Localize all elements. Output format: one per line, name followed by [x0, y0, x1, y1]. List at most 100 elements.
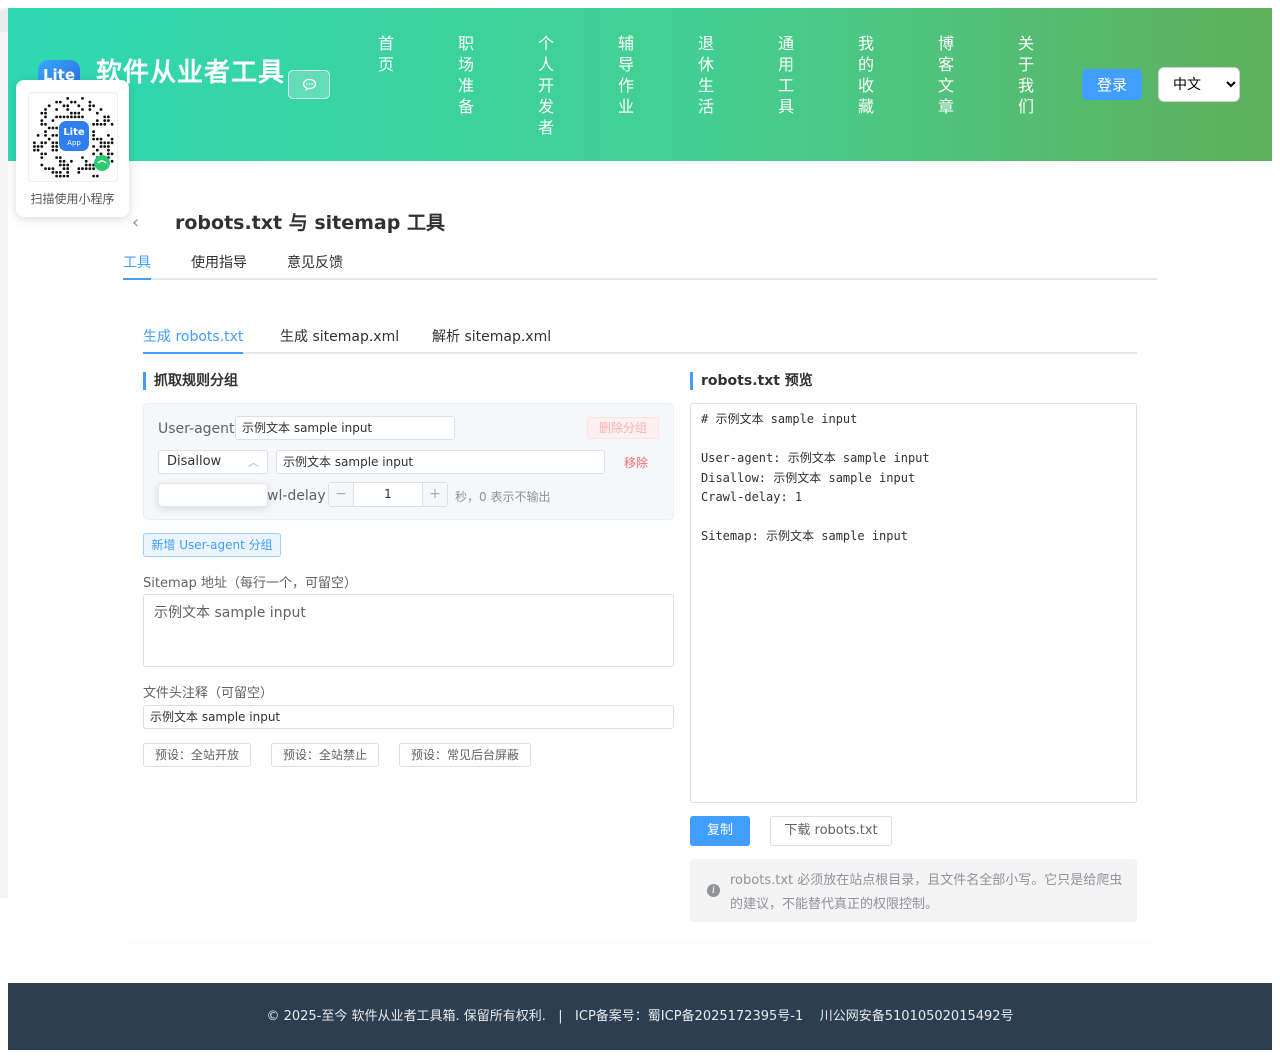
language-select[interactable]: 中文: [1158, 67, 1240, 102]
nav-favorites[interactable]: 我的收藏: [856, 33, 876, 117]
nav-about[interactable]: 关于我们: [1016, 33, 1036, 117]
nav-home[interactable]: 首页: [376, 33, 396, 75]
qr-dot: [88, 167, 92, 171]
preview-line: # 示例文本 sample input: [701, 412, 858, 426]
qr-dot: [77, 111, 81, 115]
qr-dot: [36, 134, 40, 137]
qr-dot: [58, 163, 62, 167]
qr-dot: [84, 159, 88, 163]
qr-dot: [107, 145, 110, 148]
qr-dot: [55, 145, 58, 148]
qr-dot: [103, 122, 107, 126]
site-footer: © 2025-至今 软件从业者工具箱. 保留所有权利. | ICP备案号：蜀IC…: [8, 983, 1272, 1050]
qr-dot: [55, 174, 58, 178]
qr-dot: [107, 134, 110, 137]
tab-tool[interactable]: 工具: [123, 252, 151, 280]
add-user-agent-group-button[interactable]: 新增 User-agent 分组: [143, 533, 281, 557]
preset-block-admin-button[interactable]: 预设：常见后台屏蔽: [399, 743, 531, 767]
crawl-delay-value[interactable]: 1: [354, 483, 422, 506]
qr-dot: [47, 137, 51, 141]
crawl-delay-hint: 秒，0 表示不输出: [455, 490, 551, 504]
qr-dot: [95, 111, 99, 115]
sitemap-label: Sitemap 地址（每行一个，可留空）: [143, 576, 357, 591]
tab-feedback[interactable]: 意见反馈: [287, 252, 343, 280]
qr-dot: [66, 115, 70, 119]
qr-dot: [55, 126, 58, 130]
qr-dot: [103, 115, 107, 119]
qr-dot: [99, 145, 103, 148]
qr-dot: [51, 119, 55, 122]
qr-dot: [88, 100, 92, 104]
qr-dot: [44, 122, 47, 126]
qr-dot: [70, 111, 73, 115]
subtab-robots[interactable]: 生成 robots.txt: [143, 326, 244, 354]
qr-dot: [95, 119, 99, 122]
qr-dot: [51, 145, 55, 148]
subtab-parse-sitemap[interactable]: 解析 sitemap.xml: [432, 326, 551, 354]
preview-line: Disallow: 示例文本 sample input: [701, 470, 916, 485]
qr-dot: [95, 137, 99, 141]
nav-homework[interactable]: 辅导作业: [616, 33, 636, 117]
qr-dot: [40, 156, 44, 159]
qr-dot: [40, 152, 44, 156]
qr-dot: [55, 134, 58, 137]
qr-dot: [40, 145, 44, 148]
rule-type-dropdown[interactable]: [158, 483, 268, 507]
rule-type-select[interactable]: Disallow ︿: [158, 450, 268, 474]
tab-guide[interactable]: 使用指导: [191, 252, 247, 280]
preview-line: [701, 430, 1126, 450]
qr-dot: [51, 134, 55, 137]
rule-type-value: Disallow: [167, 454, 222, 469]
qr-dot: [99, 108, 103, 111]
qr-dot: [95, 122, 99, 126]
download-robots-button[interactable]: 下载 robots.txt: [770, 816, 892, 846]
chat-button[interactable]: [288, 70, 330, 99]
sitemap-textarea[interactable]: 示例文本 sample input: [143, 594, 674, 667]
qr-dot: [77, 115, 81, 119]
back-arrow-icon[interactable]: ‹: [132, 212, 139, 233]
header-comment-input[interactable]: 示例文本 sample input: [143, 705, 674, 729]
qr-dot: [33, 148, 36, 152]
crawl-delay-stepper[interactable]: − 1 +: [328, 482, 448, 507]
qr-dot: [44, 108, 47, 111]
robots-preview-textarea[interactable]: # 示例文本 sample input User-agent: 示例文本 sam…: [690, 403, 1137, 803]
preset-allow-all-button[interactable]: 预设：全站开放: [143, 743, 251, 767]
qr-dot: [36, 148, 40, 152]
qr-dot: [66, 97, 70, 100]
remove-rule-link[interactable]: 移除: [624, 454, 648, 471]
rule-path-input[interactable]: 示例文本 sample input: [276, 450, 605, 474]
minus-icon[interactable]: −: [329, 483, 354, 506]
preset-disallow-all-button[interactable]: 预设：全站禁止: [271, 743, 379, 767]
delete-group-button[interactable]: 删除分组: [587, 417, 659, 439]
plus-icon[interactable]: +: [422, 483, 447, 506]
preview-line: Sitemap: 示例文本 sample input: [701, 529, 908, 543]
qr-dot: [44, 130, 47, 134]
login-button[interactable]: 登录: [1082, 69, 1142, 100]
qr-dot: [110, 141, 114, 145]
qr-dot: [66, 108, 70, 111]
header-comment-label: 文件头注释（可留空）: [143, 686, 274, 701]
qr-dot: [62, 159, 66, 163]
qr-dot: [33, 145, 36, 148]
qr-dot: [55, 100, 58, 104]
subtab-sitemap[interactable]: 生成 sitemap.xml: [280, 326, 399, 354]
qr-dot: [66, 167, 70, 171]
qr-dot: [88, 108, 92, 111]
chevron-up-icon: ︿: [248, 456, 259, 469]
qr-dot: [73, 111, 77, 115]
nav-blog[interactable]: 博客文章: [936, 33, 956, 117]
qr-dot: [51, 126, 55, 130]
qr-dot: [58, 174, 62, 178]
nav-career-prep[interactable]: 职场准备: [456, 33, 476, 117]
qr-dot: [55, 108, 58, 111]
qr-dot: [70, 115, 73, 119]
nav-indie-dev[interactable]: 个人开发者: [536, 33, 556, 138]
qr-dot: [92, 134, 95, 137]
info-icon: i: [707, 884, 720, 897]
nav-retirement[interactable]: 退休生活: [696, 33, 716, 117]
user-agent-input[interactable]: 示例文本 sample input: [235, 416, 455, 440]
copy-button[interactable]: 复制: [690, 816, 750, 846]
nav-general-tools[interactable]: 通用工具: [776, 33, 796, 117]
qr-dot: [62, 104, 66, 108]
qr-dot: [84, 167, 88, 171]
